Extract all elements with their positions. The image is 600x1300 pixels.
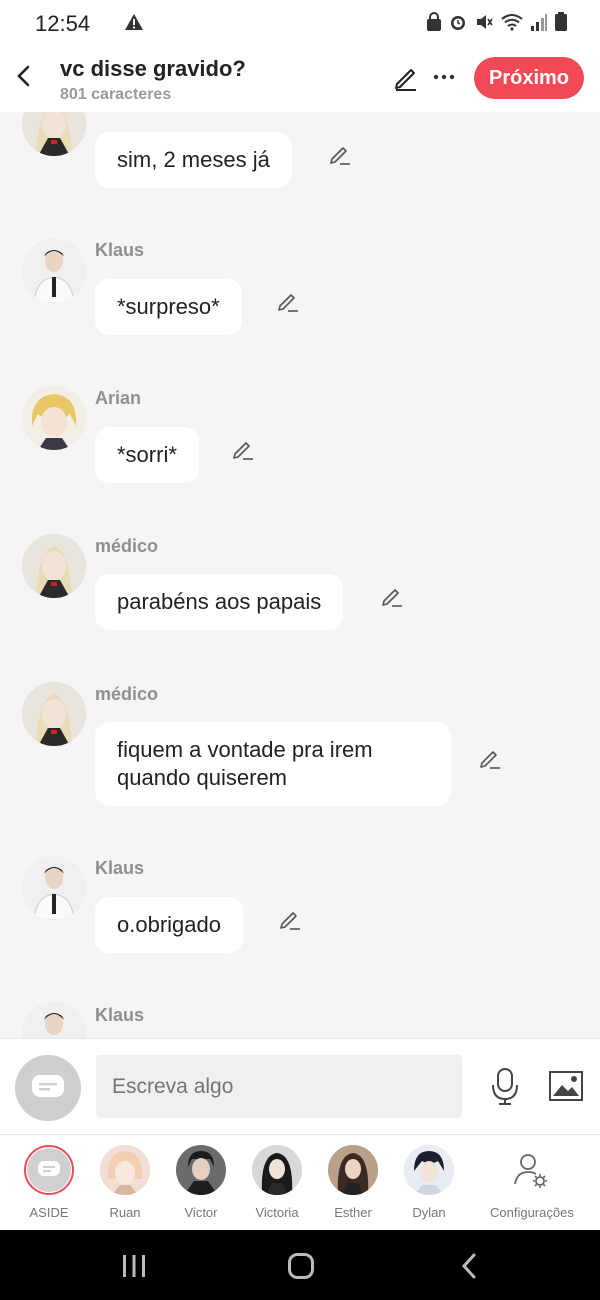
avatar — [252, 1145, 302, 1195]
character-label: Dylan — [412, 1205, 446, 1220]
signal-icon — [531, 14, 547, 31]
character-esther[interactable]: Esther — [321, 1145, 385, 1220]
system-nav-bar — [0, 1230, 600, 1300]
character-bar: ASIDE Ruan Victor Victoria Esther Dylan — [0, 1134, 600, 1230]
character-victor[interactable]: Victor — [169, 1145, 233, 1220]
mute-icon — [477, 15, 493, 29]
settings-label: Configurações — [490, 1205, 574, 1220]
sender-name: médico — [95, 536, 159, 556]
character-label: Esther — [334, 1205, 372, 1220]
message-bubble[interactable]: o.obrigado — [95, 897, 243, 953]
more-options-icon[interactable] — [433, 64, 455, 84]
avatar-klaus[interactable] — [22, 1002, 86, 1038]
avatar — [328, 1145, 378, 1195]
sender-name: Klaus — [95, 1005, 145, 1025]
battery-icon — [555, 12, 567, 31]
alarm-icon — [451, 16, 465, 30]
recent-apps-icon[interactable] — [120, 1253, 148, 1284]
sender-name: Klaus — [95, 240, 145, 260]
sender-name: Klaus — [95, 858, 145, 878]
lock-icon — [427, 12, 441, 31]
sender-name: Arian — [95, 388, 142, 408]
edit-message-icon[interactable] — [328, 142, 352, 166]
settings-button[interactable]: Configurações — [490, 1145, 574, 1220]
edit-message-icon[interactable] — [231, 437, 255, 461]
message-bubble[interactable]: *sorri* — [95, 427, 199, 483]
edit-message-icon[interactable] — [478, 746, 502, 770]
avatar-klaus[interactable] — [22, 856, 86, 920]
chat-messages: sim, 2 meses já Klaus *surpreso* Arian *… — [0, 112, 600, 1038]
edit-message-icon[interactable] — [276, 289, 300, 313]
character-victoria[interactable]: Victoria — [245, 1145, 309, 1220]
status-bar: 12:54 — [0, 0, 600, 46]
warning-icon — [124, 12, 144, 37]
aside-button[interactable] — [15, 1055, 81, 1121]
user-settings-icon — [506, 1145, 556, 1195]
avatar — [100, 1145, 150, 1195]
avatar-medico[interactable] — [22, 112, 86, 156]
next-button[interactable]: Próximo — [474, 57, 584, 99]
message-input[interactable] — [96, 1055, 462, 1118]
sender-name: médico — [95, 684, 159, 704]
status-time: 12:54 — [35, 11, 91, 36]
avatar-medico[interactable] — [22, 534, 86, 598]
input-bar — [0, 1038, 600, 1134]
message-bubble[interactable]: *surpreso* — [95, 279, 242, 335]
avatar-arian[interactable] — [22, 386, 86, 450]
avatar-medico[interactable] — [22, 682, 86, 746]
character-label: Victoria — [255, 1205, 299, 1220]
aside-avatar — [24, 1145, 74, 1195]
edit-message-icon[interactable] — [278, 907, 302, 931]
back-icon[interactable] — [12, 62, 36, 90]
wifi-icon — [501, 14, 523, 31]
chat-header: vc disse gravido? 801 caracteres Próximo — [0, 46, 600, 112]
character-label: ASIDE — [29, 1205, 69, 1220]
status-icons — [426, 12, 568, 32]
message-bubble[interactable]: sim, 2 meses já — [95, 132, 292, 188]
character-dylan[interactable]: Dylan — [397, 1145, 461, 1220]
chat-bubble-icon — [32, 1075, 64, 1097]
back-nav-icon[interactable] — [458, 1252, 480, 1285]
avatar — [404, 1145, 454, 1195]
character-ruan[interactable]: Ruan — [93, 1145, 157, 1220]
page-title: vc disse gravido? — [60, 56, 246, 81]
image-icon[interactable] — [548, 1070, 584, 1107]
character-count: 801 caracteres — [60, 86, 172, 103]
edit-icon[interactable] — [392, 64, 420, 97]
microphone-icon[interactable] — [490, 1067, 520, 1112]
edit-message-icon[interactable] — [380, 584, 404, 608]
chat-bubble-icon — [38, 1161, 60, 1176]
character-label: Victor — [184, 1205, 218, 1220]
character-label: Ruan — [109, 1205, 141, 1220]
message-bubble[interactable]: parabéns aos papais — [95, 574, 344, 630]
avatar — [176, 1145, 226, 1195]
character-aside[interactable]: ASIDE — [17, 1145, 81, 1220]
home-icon[interactable] — [287, 1252, 315, 1285]
message-bubble[interactable]: fiquem a vontade pra irem quando quisere… — [95, 722, 451, 806]
avatar-klaus[interactable] — [22, 239, 86, 303]
